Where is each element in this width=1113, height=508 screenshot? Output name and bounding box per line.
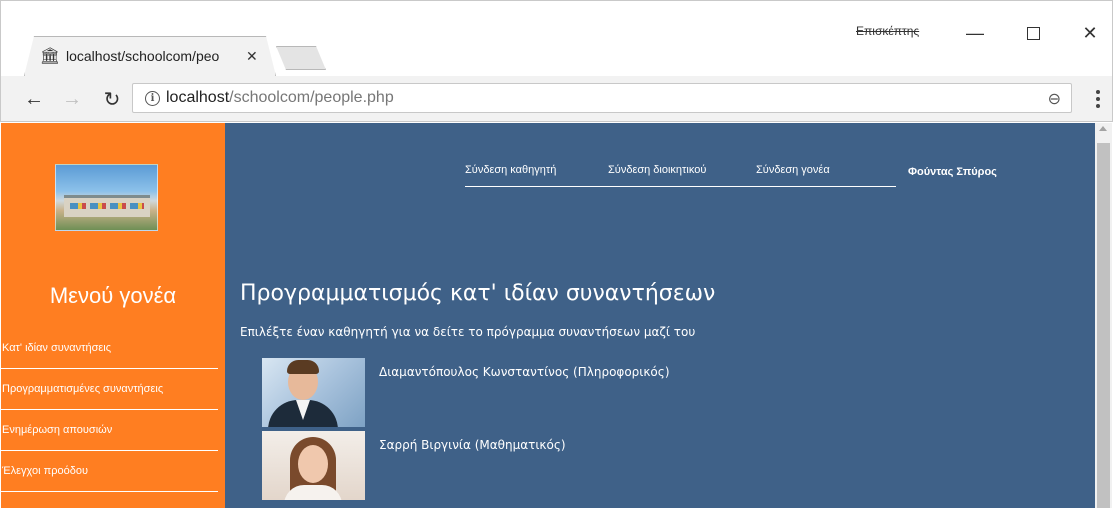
maximize-icon: [1026, 26, 1040, 40]
top-navigation: Σύνδεση καθηγητή Σύνδεση διοικητικού Σύν…: [465, 152, 997, 187]
kebab-menu-icon[interactable]: [1091, 86, 1105, 112]
vertical-scrollbar[interactable]: [1095, 123, 1112, 508]
teacher-item[interactable]: Διαμαντόπουλος Κωνσταντίνος (Πληροφορικό…: [262, 358, 902, 428]
zoom-icon[interactable]: ⊖: [1048, 89, 1061, 109]
tab-close-icon[interactable]: ✕: [246, 48, 258, 65]
sidebar-item-absences[interactable]: Ενημέρωση απουσιών: [1, 410, 218, 451]
tab-title: localhost/schoolcom/peo: [66, 48, 220, 64]
scrollbar-thumb[interactable]: [1097, 143, 1110, 508]
info-icon[interactable]: i: [145, 90, 160, 106]
bank-icon: 🏛: [39, 48, 61, 65]
teacher-name[interactable]: Διαμαντόπουλος Κωνσταντίνος (Πληροφορικό…: [365, 358, 670, 428]
browser-tab-content[interactable]: 🏛 localhost/schoolcom/peo ✕: [40, 42, 268, 70]
nav-link-parent-login[interactable]: Σύνδεση γονέα: [756, 152, 896, 187]
window-minimize-button[interactable]: —: [955, 18, 995, 48]
teacher-photo[interactable]: [262, 358, 365, 427]
sidebar-menu: Κατ' ιδίαν συναντήσεις Προγραμματισμένες…: [1, 328, 218, 492]
url-host: localhost: [166, 89, 230, 106]
teacher-item[interactable]: Σαρρή Βιργινία (Μαθηματικός): [262, 431, 902, 501]
profile-user-label[interactable]: Επισκέπτης: [856, 24, 919, 38]
page-instructions: Επιλέξτε έναν καθηγητή για να δείτε το π…: [240, 325, 696, 339]
sidebar: Μενού γονέα Κατ' ιδίαν συναντήσεις Προγρ…: [1, 123, 225, 508]
reload-icon[interactable]: ↻: [99, 86, 125, 112]
nav-link-admin-login[interactable]: Σύνδεση διοικητικού: [608, 152, 756, 187]
sidebar-item-progress-reports[interactable]: Έλεγχοι προόδου: [1, 451, 218, 492]
school-logo-image: [55, 164, 158, 231]
address-bar[interactable]: i localhost/schoolcom/people.php ⊖: [132, 83, 1072, 113]
forward-arrow-icon[interactable]: →: [59, 86, 85, 112]
scroll-up-icon[interactable]: [1099, 126, 1107, 131]
page-title: Προγραμματισμός κατ' ιδίαν συναντήσεων: [240, 281, 716, 306]
url-path: /schoolcom/people.php: [229, 89, 394, 106]
sidebar-item-scheduled-meetings[interactable]: Προγραμματισμένες συναντήσεις: [1, 369, 218, 410]
logged-in-user[interactable]: Φούντας Σπύρος: [896, 152, 997, 178]
window-maximize-button[interactable]: [1013, 18, 1053, 48]
back-arrow-icon[interactable]: ←: [21, 86, 47, 112]
web-page: Μενού γονέα Κατ' ιδίαν συναντήσεις Προγρ…: [1, 123, 1112, 508]
window-close-button[interactable]: ✕: [1070, 18, 1110, 48]
teacher-name[interactable]: Σαρρή Βιργινία (Μαθηματικός): [365, 431, 566, 501]
teacher-photo[interactable]: [262, 431, 365, 500]
sidebar-title: Μενού γονέα: [49, 283, 177, 308]
browser-toolbar: ← → ↻ i localhost/schoolcom/people.php ⊖: [0, 76, 1113, 122]
sidebar-item-private-meetings[interactable]: Κατ' ιδίαν συναντήσεις: [1, 328, 218, 369]
nav-link-teacher-login[interactable]: Σύνδεση καθηγητή: [465, 152, 608, 187]
